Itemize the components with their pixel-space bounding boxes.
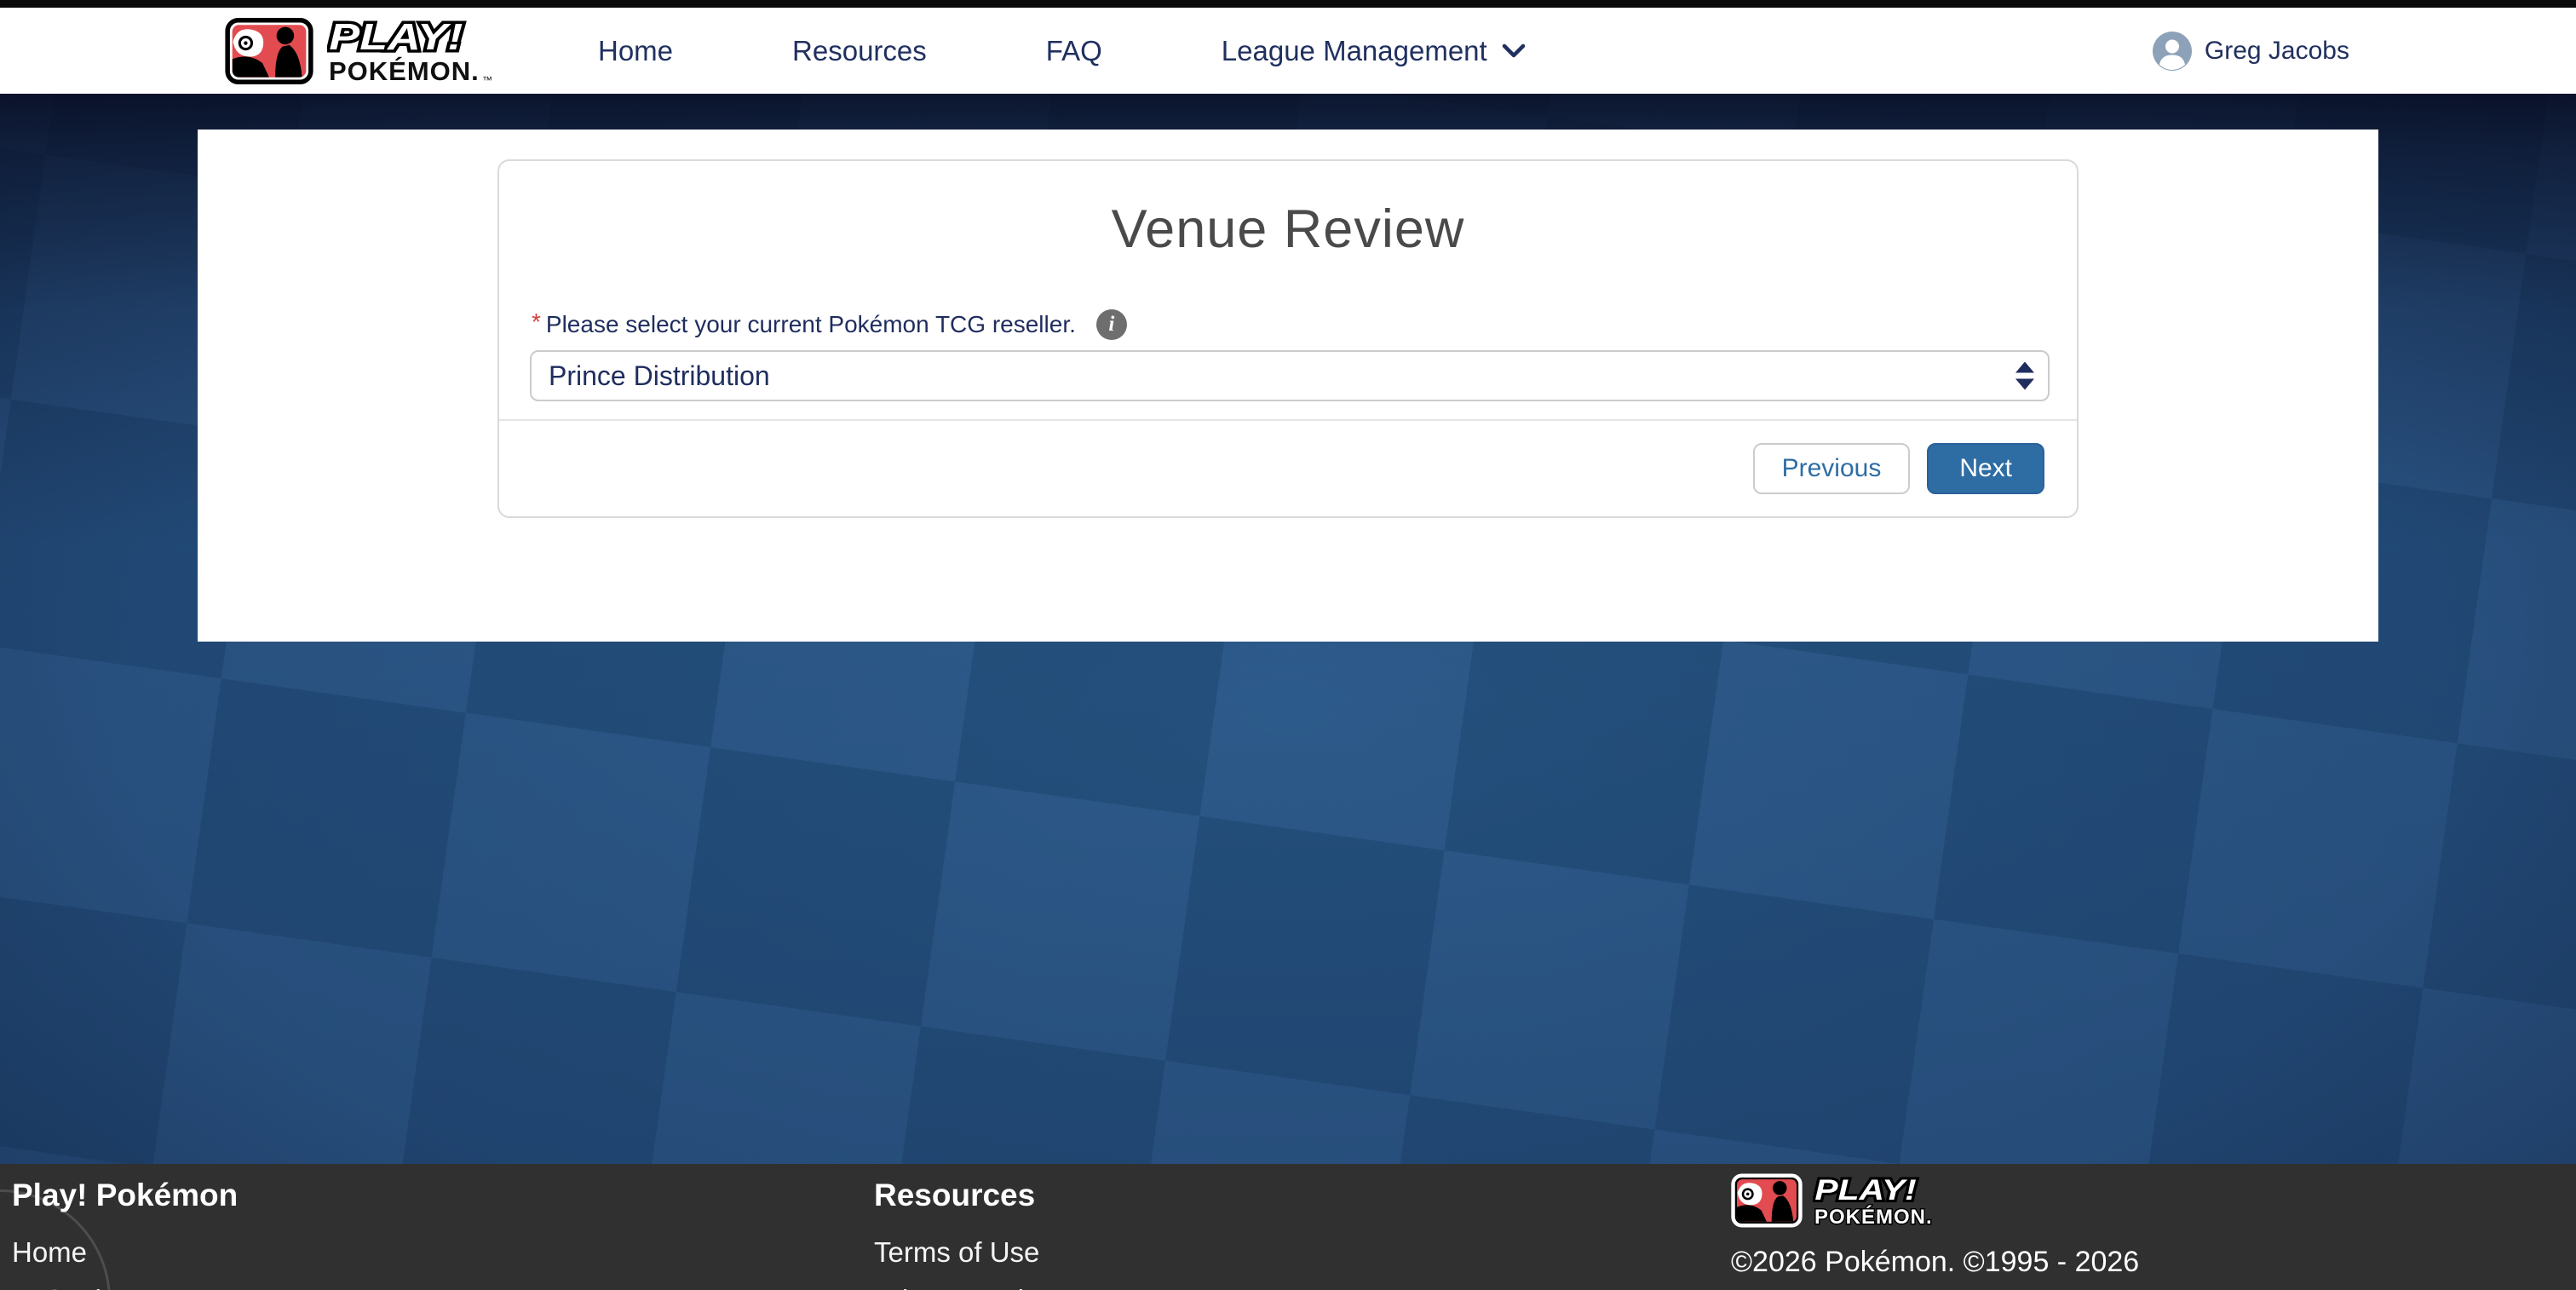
venue-review-card: Venue Review * Please select your curren… (497, 159, 2079, 518)
footer-heading-resources: Resources (874, 1178, 1054, 1213)
site-footer: Play! Pokémon Home ⚙Settings Resources T… (0, 1164, 2576, 1290)
content-panel: Venue Review * Please select your curren… (198, 130, 2378, 642)
select-spinner-icon (2015, 362, 2034, 390)
top-black-bar (0, 0, 2576, 8)
site-header: PLAY! POKÉMON. ™ Home Resources FAQ Leag… (0, 8, 2576, 94)
nav-faq-label: FAQ (1046, 35, 1102, 67)
main-content-area: Venue Review * Please select your curren… (0, 94, 2576, 1164)
footer-terms-label: Terms of Use (874, 1236, 1039, 1268)
footer-play-pokemon-wordmark: PLAY! POKÉMON. (1813, 1172, 1969, 1229)
reseller-field-label-row: * Please select your current Pokémon TCG… (532, 309, 2046, 340)
nav-item-faq[interactable]: FAQ (1046, 35, 1102, 67)
chevron-down-icon (1501, 43, 1527, 60)
svg-text:PLAY!: PLAY! (329, 16, 463, 57)
info-icon[interactable]: i (1096, 309, 1127, 340)
svg-text:™: ™ (482, 74, 492, 86)
reseller-field-label: Please select your current Pokémon TCG r… (546, 311, 1076, 338)
previous-button[interactable]: Previous (1753, 443, 1911, 494)
footer-link-settings[interactable]: ⚙Settings (12, 1283, 238, 1290)
pokeball-emblem-icon (225, 17, 313, 85)
footer-column-play-pokemon: Play! Pokémon Home ⚙Settings (12, 1178, 238, 1290)
nav-home-label: Home (598, 35, 673, 67)
play-pokemon-wordmark: PLAY! POKÉMON. ™ (327, 15, 521, 87)
footer-play-pokemon-logo[interactable]: PLAY! POKÉMON. (1731, 1172, 2139, 1229)
footer-privacy-label: Privacy Notice (874, 1284, 1054, 1290)
footer-settings-label: Settings (45, 1284, 147, 1290)
footer-link-terms-of-use[interactable]: Terms of Use (874, 1235, 1054, 1270)
reseller-select[interactable]: Prince Distribution (530, 350, 2050, 401)
footer-home-label: Home (12, 1236, 87, 1268)
nav-resources-label: Resources (792, 35, 927, 67)
nav-item-resources[interactable]: Resources (792, 35, 927, 67)
svg-text:POKÉMON.: POKÉMON. (329, 56, 480, 86)
footer-column-branding: PLAY! POKÉMON. ©2026 Pokémon. ©1995 - 20… (1731, 1172, 2139, 1279)
footer-heading-play-pokemon: Play! Pokémon (12, 1178, 238, 1213)
user-name: Greg Jacobs (2205, 37, 2349, 66)
footer-column-resources: Resources Terms of Use Privacy Notice (874, 1178, 1054, 1290)
avatar-icon (2153, 32, 2192, 71)
copyright-text: ©2026 Pokémon. ©1995 - 2026 (1731, 1246, 2139, 1279)
footer-link-home[interactable]: Home (12, 1235, 238, 1270)
next-button[interactable]: Next (1927, 443, 2044, 494)
nav-league-management-label: League Management (1222, 35, 1487, 67)
reseller-selected-value: Prince Distribution (549, 360, 770, 392)
main-nav: Home Resources FAQ League Management (598, 35, 1527, 67)
required-asterisk: * (532, 308, 541, 336)
page-title: Venue Review (530, 199, 2046, 260)
user-menu[interactable]: Greg Jacobs (2153, 32, 2349, 71)
wizard-footer: Previous Next (499, 419, 2077, 516)
svg-text:PLAY!: PLAY! (1814, 1173, 1916, 1206)
footer-pokeball-emblem-icon (1731, 1173, 1803, 1228)
svg-text:POKÉMON.: POKÉMON. (1814, 1205, 1933, 1229)
footer-link-privacy-notice[interactable]: Privacy Notice (874, 1283, 1054, 1290)
nav-item-home[interactable]: Home (598, 35, 673, 67)
play-pokemon-logo[interactable]: PLAY! POKÉMON. ™ (225, 15, 521, 87)
nav-item-league-management[interactable]: League Management (1222, 35, 1527, 67)
